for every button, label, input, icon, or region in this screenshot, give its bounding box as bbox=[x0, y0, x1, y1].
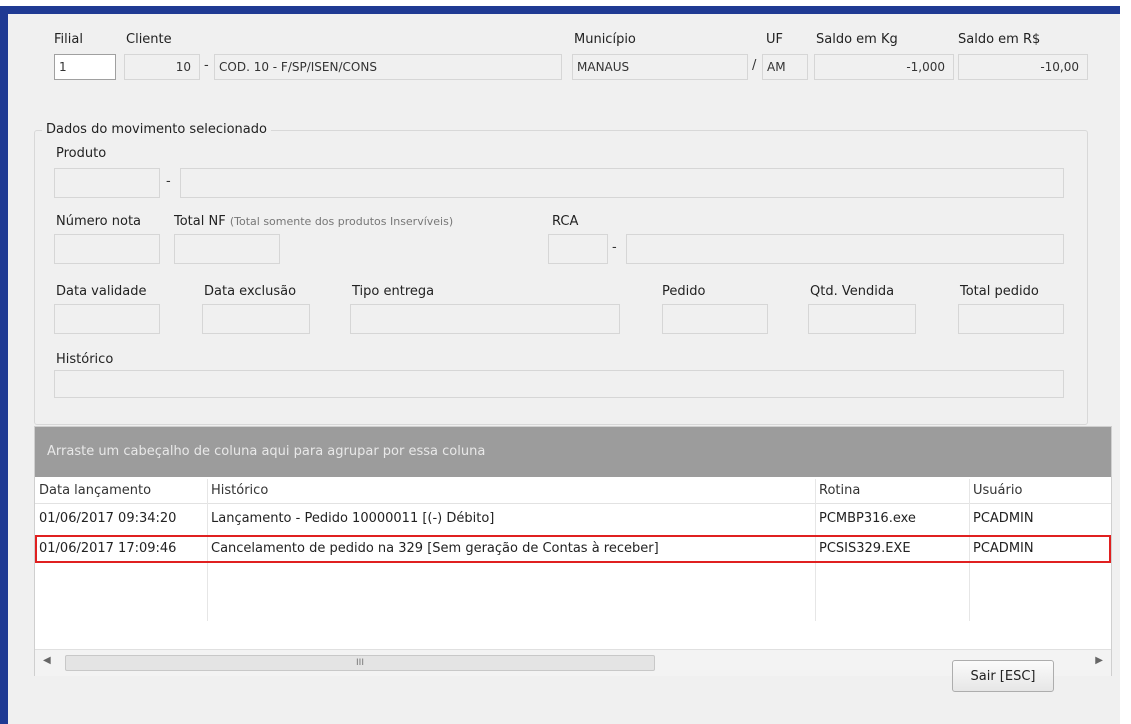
total-nf-group: Total NF (Total somente dos produtos Ins… bbox=[174, 214, 453, 229]
scroll-right-arrow-icon[interactable]: ▶ bbox=[1095, 655, 1103, 666]
cell-historico: Lançamento - Pedido 10000011 [(-) Débito… bbox=[211, 511, 495, 526]
cell-rotina: PCSIS329.EXE bbox=[819, 541, 911, 556]
rca-name-field[interactable] bbox=[626, 234, 1064, 264]
cliente-code-field[interactable]: 10 bbox=[124, 54, 200, 80]
data-exclusao-label: Data exclusão bbox=[204, 284, 297, 299]
cell-rotina: PCMBP316.exe bbox=[819, 511, 916, 526]
cell-historico: Cancelamento de pedido na 329 [Sem geraç… bbox=[211, 541, 659, 556]
saldo-rs-label: Saldo em R$ bbox=[958, 32, 1041, 47]
total-nf-label: Total NF bbox=[174, 214, 226, 229]
pedido-field[interactable] bbox=[662, 304, 768, 334]
saldo-kg-label: Saldo em Kg bbox=[816, 32, 898, 47]
tipo-entrega-label: Tipo entrega bbox=[352, 284, 435, 299]
column-header-data-lancamento[interactable]: Data lançamento bbox=[39, 479, 203, 503]
cell-usuario: PCADMIN bbox=[973, 541, 1034, 556]
saldo-kg-field[interactable]: -1,000 bbox=[814, 54, 954, 80]
column-header-usuario[interactable]: Usuário bbox=[973, 479, 1103, 503]
historico-field[interactable] bbox=[54, 370, 1064, 398]
window-body: Filial Cliente Município UF Saldo em Kg … bbox=[8, 14, 1120, 724]
cell-data-lancamento: 01/06/2017 09:34:20 bbox=[39, 511, 177, 526]
total-nf-field[interactable] bbox=[174, 234, 280, 264]
numero-nota-label: Número nota bbox=[56, 214, 142, 229]
scroll-thumb[interactable]: III bbox=[65, 655, 655, 671]
horizontal-scrollbar[interactable]: ◀ III ▶ bbox=[35, 649, 1111, 676]
grid-header: Data lançamento Histórico Rotina Usuário bbox=[35, 479, 1111, 504]
uf-separator: / bbox=[752, 58, 757, 73]
rca-separator: - bbox=[612, 240, 617, 255]
qtd-vendida-field[interactable] bbox=[808, 304, 916, 334]
produto-code-field[interactable] bbox=[54, 168, 160, 198]
filial-label: Filial bbox=[54, 32, 83, 47]
table-row-highlighted[interactable]: 01/06/2017 17:09:46 Cancelamento de pedi… bbox=[35, 535, 1111, 563]
cliente-label: Cliente bbox=[126, 32, 172, 47]
uf-label: UF bbox=[766, 32, 783, 47]
group-by-panel[interactable]: Arraste um cabeçalho de coluna aqui para… bbox=[35, 427, 1111, 477]
tipo-entrega-field[interactable] bbox=[350, 304, 620, 334]
produto-description-field[interactable] bbox=[180, 168, 1064, 198]
cell-usuario: PCADMIN bbox=[973, 511, 1034, 526]
numero-nota-field[interactable] bbox=[54, 234, 160, 264]
total-pedido-field[interactable] bbox=[958, 304, 1064, 334]
saldo-rs-field[interactable]: -10,00 bbox=[958, 54, 1088, 80]
table-row[interactable]: 01/06/2017 09:34:20 Lançamento - Pedido … bbox=[35, 505, 1111, 533]
data-exclusao-field[interactable] bbox=[202, 304, 310, 334]
data-validade-field[interactable] bbox=[54, 304, 160, 334]
details-group-title: Dados do movimento selecionado bbox=[42, 122, 271, 137]
column-header-rotina[interactable]: Rotina bbox=[819, 479, 969, 503]
column-header-historico[interactable]: Histórico bbox=[211, 479, 811, 503]
rca-code-field[interactable] bbox=[548, 234, 608, 264]
rca-label: RCA bbox=[552, 214, 579, 229]
exit-button[interactable]: Sair [ESC] bbox=[952, 660, 1054, 692]
municipio-field[interactable]: MANAUS bbox=[572, 54, 748, 80]
produto-label: Produto bbox=[56, 146, 107, 161]
movements-grid: Arraste um cabeçalho de coluna aqui para… bbox=[34, 426, 1112, 676]
total-pedido-label: Total pedido bbox=[960, 284, 1039, 299]
qtd-vendida-label: Qtd. Vendida bbox=[810, 284, 895, 299]
total-nf-hint: (Total somente dos produtos Inservíveis) bbox=[229, 215, 454, 228]
data-validade-label: Data validade bbox=[56, 284, 147, 299]
filial-field[interactable]: 1 bbox=[54, 54, 116, 80]
pedido-label: Pedido bbox=[662, 284, 706, 299]
cliente-separator: - bbox=[204, 58, 209, 73]
uf-field[interactable]: AM bbox=[762, 54, 808, 80]
historico-label: Histórico bbox=[56, 352, 114, 367]
municipio-label: Município bbox=[574, 32, 636, 47]
cliente-name-field[interactable]: COD. 10 - F/SP/ISEN/CONS bbox=[214, 54, 562, 80]
cell-data-lancamento: 01/06/2017 17:09:46 bbox=[39, 541, 177, 556]
produto-separator: - bbox=[166, 174, 171, 189]
scroll-left-arrow-icon[interactable]: ◀ bbox=[43, 655, 51, 666]
